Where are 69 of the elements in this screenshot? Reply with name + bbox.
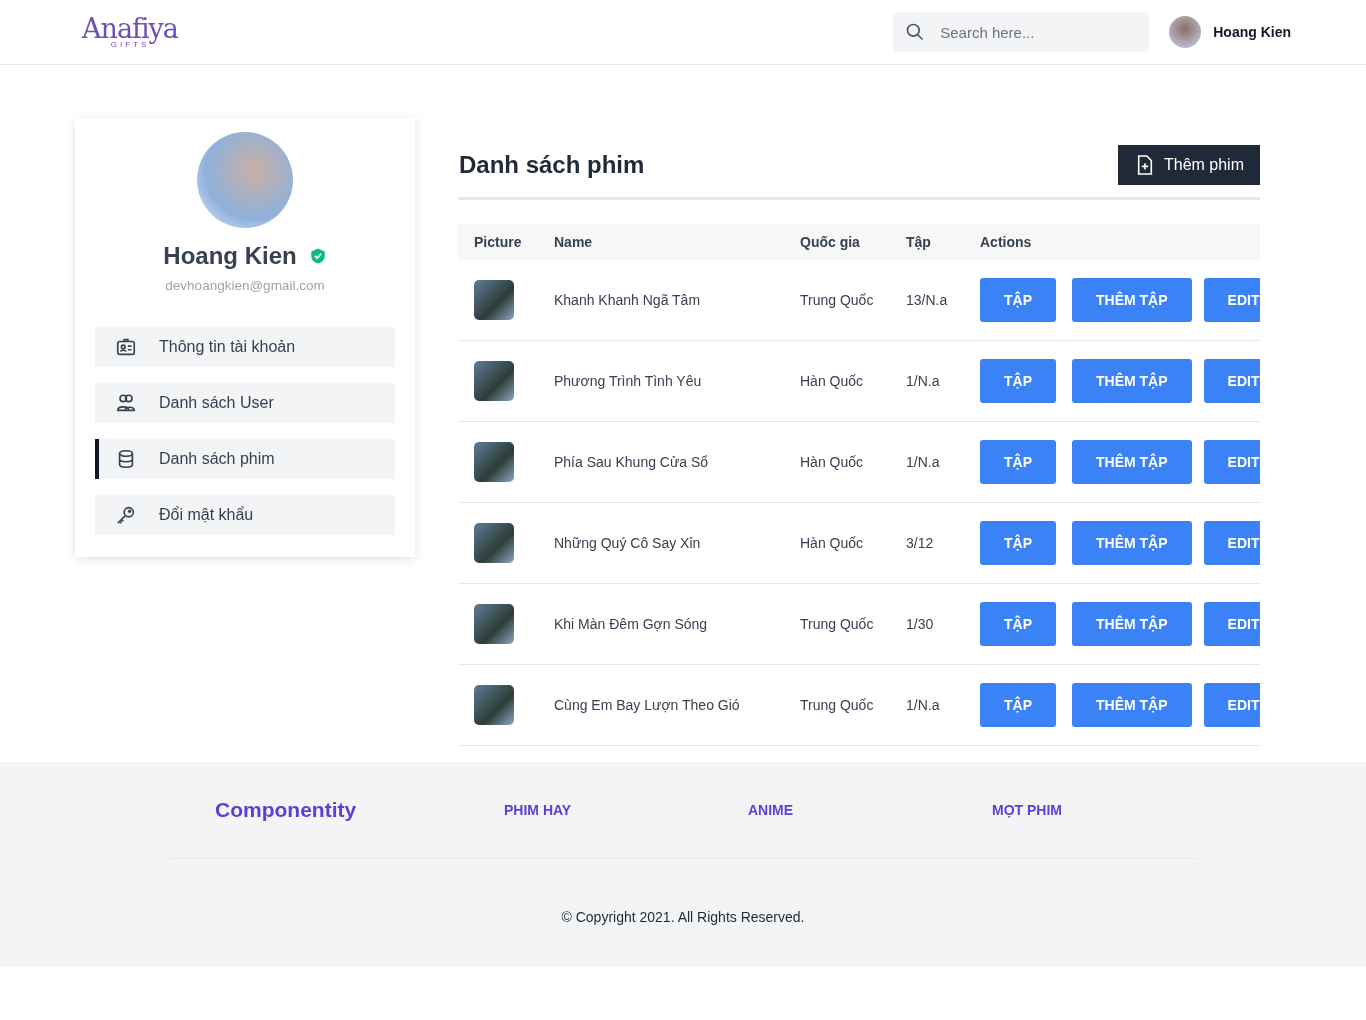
column-header: Picture	[474, 234, 523, 250]
sidebar-item[interactable]: Danh sách phim	[95, 439, 395, 479]
footer-link[interactable]: PHIM HAY	[504, 802, 572, 818]
movie-poster	[474, 604, 514, 644]
episodes-cell-text: 1/30	[906, 616, 935, 632]
episodes-cell-text: 13/N.a	[906, 292, 949, 308]
add-episode-button[interactable]: THÊM TẬP	[1072, 602, 1192, 646]
add-episode-button[interactable]: THÊM TẬP	[1072, 440, 1192, 484]
users-icon	[115, 392, 137, 414]
search-field[interactable]: Search here...	[893, 12, 1150, 52]
sidebar-item[interactable]: Đổi mật khẩu	[95, 495, 395, 535]
movie-name: Những Quý Cô Say Xỉn	[554, 535, 702, 551]
user-name[interactable]: Hoang Kien	[1213, 24, 1291, 40]
episodes-button[interactable]: TẬP	[980, 278, 1056, 322]
country-cell-text: Trung Quốc	[800, 697, 875, 713]
country-cell-text: Hàn Quốc	[800, 454, 865, 470]
movie-name: Khanh Khanh Ngã Tâm	[554, 292, 702, 308]
logo[interactable]: Anafiya GIFTS	[82, 15, 178, 49]
movie-name: Phương Trình Tình Yêu	[554, 373, 703, 389]
sidebar-item[interactable]: Thông tin tài khoản	[95, 327, 395, 367]
episodes-button[interactable]: TẬP	[980, 359, 1056, 403]
column-header: Name	[554, 234, 594, 250]
footer-link[interactable]: ANIME	[748, 802, 794, 818]
episodes-cell-text: 1/N.a	[906, 697, 941, 713]
movie-name: Khi Màn Đêm Gợn Sóng	[554, 616, 709, 632]
add-movie-button[interactable]: Thêm phim	[1117, 145, 1260, 185]
column-header: Tập	[906, 234, 932, 250]
profile-name: Hoang Kien	[163, 242, 297, 270]
search-icon	[905, 22, 926, 42]
edit-button[interactable]: EDIT	[1203, 278, 1260, 322]
id-card-icon	[115, 336, 137, 358]
add-episode-button[interactable]: THÊM TẬP	[1072, 359, 1192, 403]
footer-link[interactable]: MỌT PHIM	[992, 802, 1062, 818]
movie-poster	[474, 280, 514, 320]
episodes-cell-text: 1/N.a	[906, 454, 941, 470]
episodes-cell-text: 1/N.a	[906, 373, 941, 389]
copyright-text: © Copyright 2021. All Rights Reserved.	[561, 909, 805, 925]
page-title: Danh sách phim	[459, 151, 645, 179]
country-cell-text: Hàn Quốc	[800, 373, 865, 389]
movie-poster	[474, 523, 514, 563]
edit-button[interactable]: EDIT	[1203, 359, 1260, 403]
footer-brand[interactable]: Componentity	[215, 798, 504, 822]
file-plus-icon	[1135, 155, 1154, 175]
edit-button[interactable]: EDIT	[1203, 602, 1260, 646]
country-cell-text: Trung Quốc	[800, 292, 875, 308]
episodes-button[interactable]: TẬP	[980, 521, 1056, 565]
movie-name: Phía Sau Khung Cửa Sổ	[554, 454, 710, 470]
edit-button[interactable]: EDIT	[1203, 440, 1260, 484]
key-icon	[115, 504, 137, 526]
sidebar-item[interactable]: Danh sách User	[95, 383, 395, 423]
episodes-button[interactable]: TẬP	[980, 440, 1056, 484]
add-episode-button[interactable]: THÊM TẬP	[1072, 683, 1192, 727]
episodes-cell-text: 3/12	[906, 535, 935, 551]
edit-button[interactable]: EDIT	[1203, 683, 1260, 727]
episodes-button[interactable]: TẬP	[980, 683, 1056, 727]
column-header: Quốc gia	[800, 234, 861, 250]
movie-poster	[474, 685, 514, 725]
profile-email: devhoangkien@gmail.com	[165, 278, 325, 293]
avatar[interactable]	[1169, 16, 1202, 48]
column-header: Actions	[980, 234, 1032, 250]
add-episode-button[interactable]: THÊM TẬP	[1072, 521, 1192, 565]
movie-poster	[474, 361, 514, 401]
country-cell-text: Trung Quốc	[800, 616, 875, 632]
movie-name: Cùng Em Bay Lượn Theo Gió	[554, 697, 741, 713]
edit-button[interactable]: EDIT	[1203, 521, 1260, 565]
episodes-button[interactable]: TẬP	[980, 602, 1056, 646]
country-cell-text: Hàn Quốc	[800, 535, 865, 551]
movie-poster	[474, 442, 514, 482]
add-episode-button[interactable]: THÊM TẬP	[1072, 278, 1192, 322]
